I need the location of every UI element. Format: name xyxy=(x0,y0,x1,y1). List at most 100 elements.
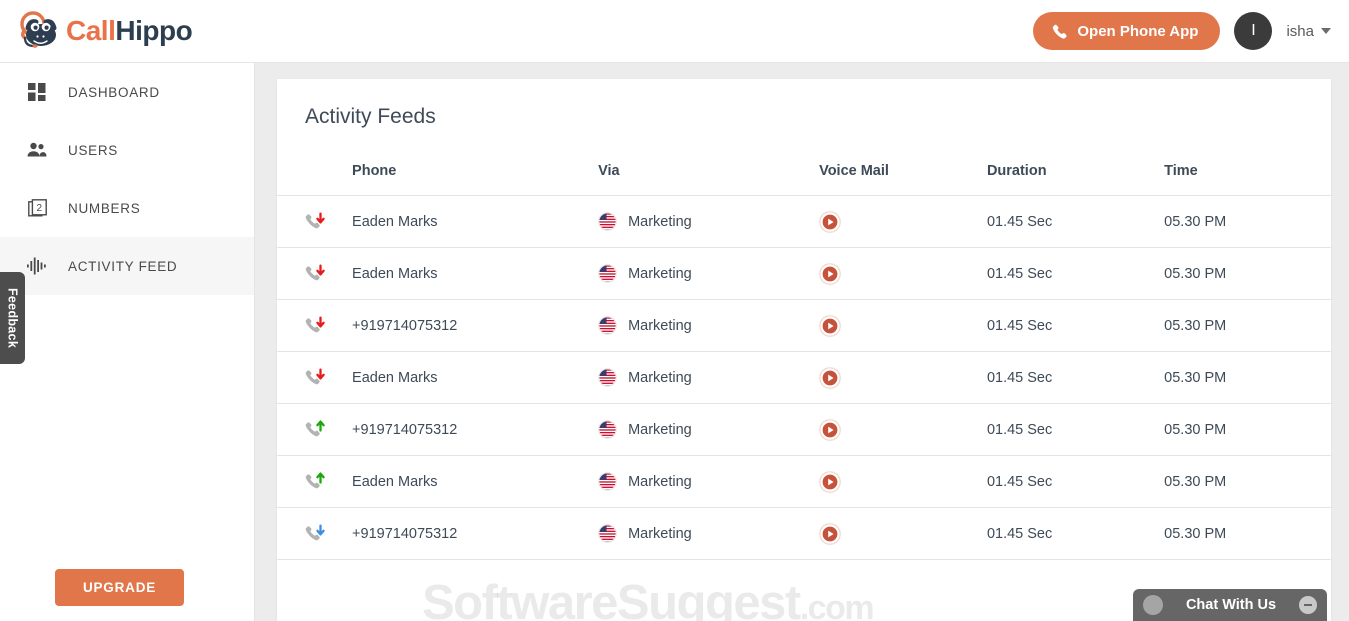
incoming-answered-call-icon[interactable] xyxy=(305,523,352,545)
column-header-via: Via xyxy=(598,153,820,196)
page-title: Activity Feeds xyxy=(305,105,436,128)
cell-voice-mail[interactable] xyxy=(819,507,987,560)
cell-phone: Eaden Marks xyxy=(352,351,599,404)
logo-word-call: Call xyxy=(66,15,116,46)
svg-text:2: 2 xyxy=(36,203,42,214)
sidebar-item-dashboard[interactable]: DASHBOARD xyxy=(0,63,254,121)
cell-phone: Eaden Marks xyxy=(352,247,599,300)
via-value: Marketing xyxy=(628,317,692,334)
cell-voice-mail[interactable] xyxy=(819,403,987,456)
play-icon[interactable] xyxy=(819,314,841,337)
via-value: Marketing xyxy=(628,473,692,490)
logo-word-hippo: Hippo xyxy=(115,15,193,46)
callhippo-logo[interactable]: CallHippo xyxy=(20,11,193,51)
cell-via: Marketing xyxy=(598,455,820,508)
cell-duration: 01.45 Sec xyxy=(986,195,1165,248)
table-row[interactable]: +919714075312 Marketing 01.45 Sec 05.30 PM xyxy=(277,507,1331,560)
cell-time: 05.30 PM xyxy=(1164,195,1331,248)
duration-value: 01.45 Sec xyxy=(986,369,1053,386)
avatar[interactable]: I xyxy=(1234,12,1273,50)
minimize-icon[interactable] xyxy=(1299,596,1317,614)
phone-value: Eaden Marks xyxy=(352,369,438,386)
feedback-label: Feedback xyxy=(5,287,20,349)
user-menu[interactable]: isha xyxy=(1286,23,1331,40)
table-row[interactable]: Eaden Marks Marketing 01.45 Sec 05.30 PM xyxy=(277,455,1331,508)
sidebar-item-users[interactable]: USERS xyxy=(0,121,254,179)
cell-voice-mail[interactable] xyxy=(819,351,987,404)
play-icon[interactable] xyxy=(819,210,841,233)
phone-value: Eaden Marks xyxy=(352,265,438,282)
cell-phone: +919714075312 xyxy=(352,507,599,560)
cell-direction[interactable] xyxy=(277,299,353,352)
outgoing-call-icon[interactable] xyxy=(305,471,352,493)
cell-time: 05.30 PM xyxy=(1164,507,1331,560)
play-icon[interactable] xyxy=(819,470,841,493)
top-header: CallHippo Open Phone App I isha xyxy=(0,0,1349,63)
sidebar-item-activity-feed[interactable]: ACTIVITY FEED xyxy=(0,237,254,295)
sidebar-item-numbers[interactable]: 2 NUMBERS xyxy=(0,179,254,237)
via-value: Marketing xyxy=(628,421,692,438)
cell-time: 05.30 PM xyxy=(1164,299,1331,352)
open-phone-app-button[interactable]: Open Phone App xyxy=(1033,12,1221,50)
table-row[interactable]: +919714075312 Marketing 01.45 Sec 05.30 PM xyxy=(277,299,1331,352)
duration-value: 01.45 Sec xyxy=(986,525,1053,542)
phone-value: +919714075312 xyxy=(352,421,458,438)
app-root: CallHippo Open Phone App I isha DASHBOAR… xyxy=(0,0,1349,621)
via-value: Marketing xyxy=(628,265,692,282)
table-row[interactable]: Eaden Marks Marketing 01.45 Sec 05.30 PM xyxy=(277,351,1331,404)
table-header-row: Phone Via Voice Mail Duration Time xyxy=(277,153,1331,196)
outgoing-call-icon[interactable] xyxy=(305,419,352,441)
duration-value: 01.45 Sec xyxy=(986,473,1053,490)
incoming-missed-call-icon[interactable] xyxy=(305,211,352,233)
cell-direction[interactable] xyxy=(277,195,353,248)
cell-phone: Eaden Marks xyxy=(352,195,599,248)
phone-value: Eaden Marks xyxy=(352,473,438,490)
play-icon[interactable] xyxy=(819,366,841,389)
sidebar-item-label: DASHBOARD xyxy=(68,84,160,100)
cell-direction[interactable] xyxy=(277,247,353,300)
us-flag-icon xyxy=(598,264,617,283)
feedback-tab[interactable]: Feedback xyxy=(0,272,25,364)
incoming-missed-call-icon[interactable] xyxy=(305,315,352,337)
play-icon[interactable] xyxy=(819,522,841,545)
activity-waveform-icon xyxy=(26,255,48,277)
cell-direction[interactable] xyxy=(277,351,353,404)
cell-voice-mail[interactable] xyxy=(819,299,987,352)
cell-voice-mail[interactable] xyxy=(819,195,987,248)
cell-direction[interactable] xyxy=(277,507,353,560)
table-row[interactable]: Eaden Marks Marketing 01.45 Sec 05.30 PM xyxy=(277,247,1331,300)
sidebar-item-label: USERS xyxy=(68,142,119,158)
incoming-missed-call-icon[interactable] xyxy=(305,367,352,389)
chat-agent-avatar-icon xyxy=(1143,595,1163,615)
chat-widget[interactable]: Chat With Us xyxy=(1133,589,1327,621)
header-actions: Open Phone App I isha xyxy=(1033,12,1331,50)
cell-direction[interactable] xyxy=(277,455,353,508)
activity-feed-table: Phone Via Voice Mail Duration Time Eaden… xyxy=(277,153,1331,560)
time-value: 05.30 PM xyxy=(1164,473,1227,490)
duration-value: 01.45 Sec xyxy=(986,317,1053,334)
column-header-direction xyxy=(277,153,353,196)
incoming-missed-call-icon[interactable] xyxy=(305,263,352,285)
cell-voice-mail[interactable] xyxy=(819,247,987,300)
play-icon[interactable] xyxy=(819,262,841,285)
time-value: 05.30 PM xyxy=(1164,317,1227,334)
play-icon[interactable] xyxy=(819,418,841,441)
avatar-initial: I xyxy=(1251,22,1256,39)
duration-value: 01.45 Sec xyxy=(986,265,1053,282)
time-value: 05.30 PM xyxy=(1164,213,1227,230)
upgrade-button[interactable]: UPGRADE xyxy=(55,569,184,606)
cell-phone: +919714075312 xyxy=(352,299,599,352)
us-flag-icon xyxy=(598,212,617,231)
us-flag-icon xyxy=(598,368,617,387)
hippo-mascot-icon xyxy=(20,11,57,48)
table-row[interactable]: +919714075312 Marketing 01.45 Sec 05.30 PM xyxy=(277,403,1331,456)
table-row[interactable]: Eaden Marks Marketing 01.45 Sec 05.30 PM xyxy=(277,195,1331,248)
phone-value: +919714075312 xyxy=(352,317,458,334)
column-header-duration: Duration xyxy=(986,153,1165,196)
cell-voice-mail[interactable] xyxy=(819,455,987,508)
via-value: Marketing xyxy=(628,213,692,230)
sidebar-item-label: ACTIVITY FEED xyxy=(68,258,178,274)
numbers-icon: 2 xyxy=(26,197,48,219)
cell-duration: 01.45 Sec xyxy=(986,507,1165,560)
cell-direction[interactable] xyxy=(277,403,353,456)
